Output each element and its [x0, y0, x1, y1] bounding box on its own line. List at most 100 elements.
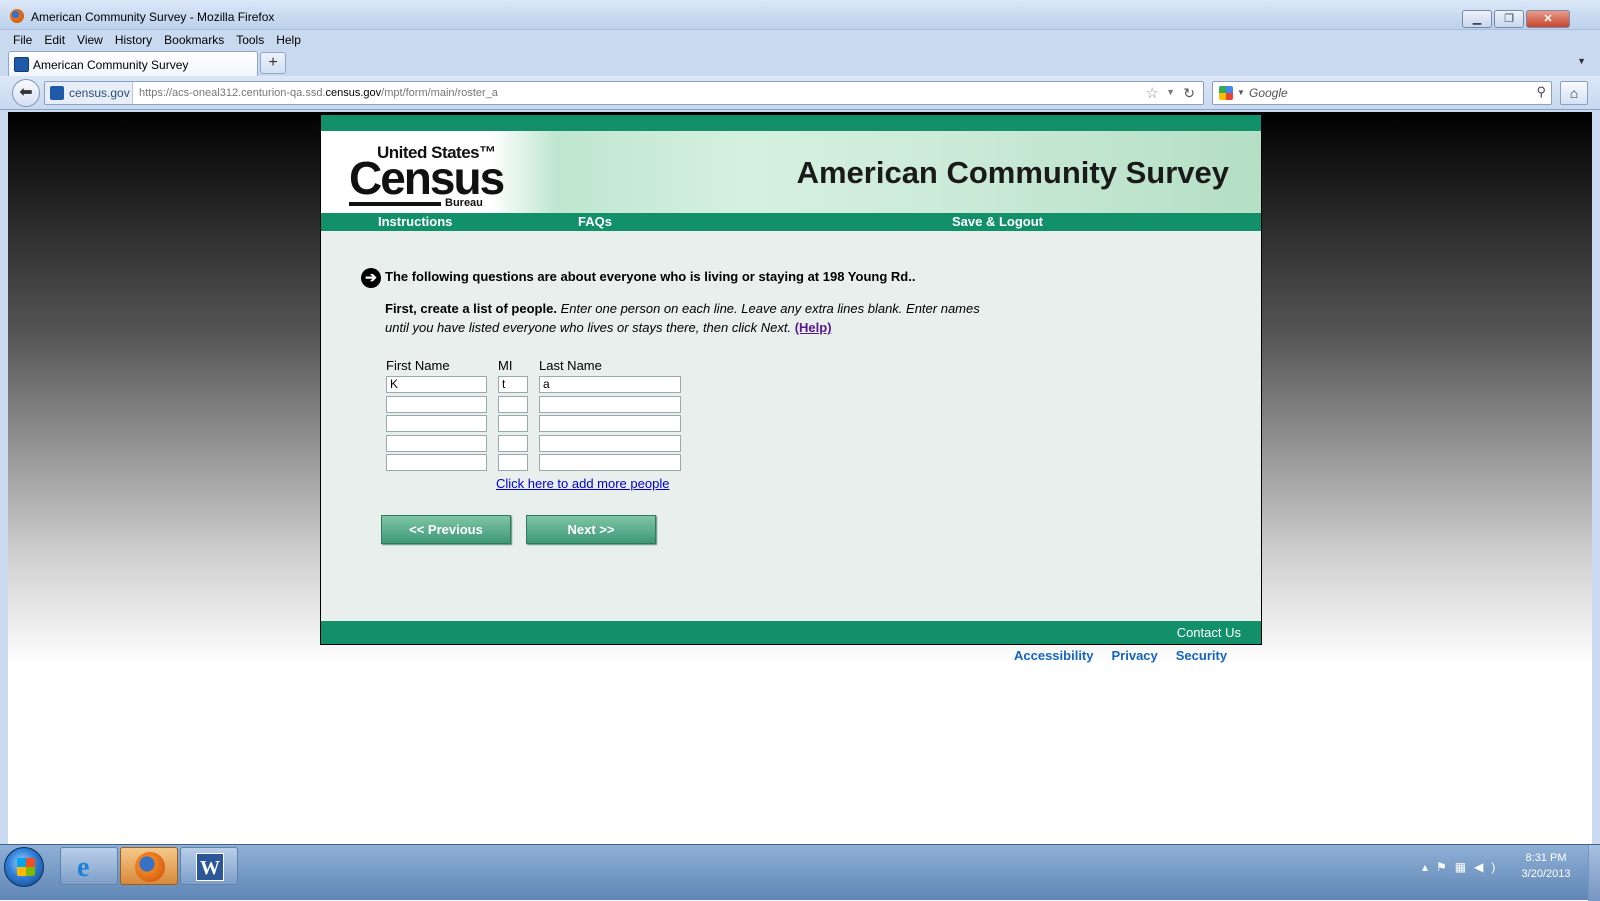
- mi-field-5[interactable]: [498, 454, 528, 471]
- privacy-link[interactable]: Privacy: [1112, 648, 1158, 663]
- contact-us-link[interactable]: Contact Us: [1177, 625, 1241, 640]
- firefox-icon: [135, 852, 165, 882]
- url-history-dropdown-icon[interactable]: ▼: [1166, 87, 1175, 97]
- menu-file[interactable]: File: [13, 33, 32, 47]
- next-button[interactable]: Next >>: [526, 515, 656, 544]
- menu-tools[interactable]: Tools: [236, 33, 264, 47]
- url-bar[interactable]: census.gov https://acs-oneal312.centurio…: [44, 81, 1204, 105]
- last-name-field-5[interactable]: [539, 454, 681, 471]
- last-name-field-3[interactable]: [539, 415, 681, 432]
- firefox-window: American Community Survey - Mozilla Fire…: [0, 0, 1600, 901]
- first-name-field-4[interactable]: [386, 435, 487, 452]
- previous-button[interactable]: << Previous: [381, 515, 511, 544]
- logo-bureau: Bureau: [445, 197, 483, 209]
- menu-help[interactable]: Help: [276, 33, 301, 47]
- firefox-logo-icon: [10, 9, 24, 23]
- mi-field-4[interactable]: [498, 435, 528, 452]
- menu-edit[interactable]: Edit: [44, 33, 65, 47]
- window-controls: ▁ ❐ ✕: [1460, 10, 1570, 28]
- mi-field-3[interactable]: [498, 415, 528, 432]
- logo-underline: [349, 202, 441, 206]
- clock[interactable]: 8:31 PM 3/20/2013: [1506, 850, 1586, 882]
- url-text[interactable]: https://acs-oneal312.centurion-qa.ssd.ce…: [139, 87, 498, 99]
- nav-instructions[interactable]: Instructions: [378, 214, 452, 229]
- home-button[interactable]: ⌂: [1560, 81, 1588, 105]
- tab-list-icon[interactable]: ▼: [1577, 56, 1586, 66]
- site-nav: Instructions FAQs Save & Logout: [321, 213, 1261, 231]
- show-hidden-icons-icon: ▴: [1422, 860, 1437, 874]
- search-bar[interactable]: ▼ Google ⚲: [1212, 81, 1552, 105]
- system-tray: ▴⚑▦◀) 8:31 PM 3/20/2013: [1412, 845, 1600, 901]
- google-engine-icon[interactable]: [1219, 86, 1233, 100]
- add-more-people-link[interactable]: Click here to add more people: [496, 476, 669, 491]
- taskbar-firefox[interactable]: [120, 847, 178, 885]
- taskbar-internet-explorer[interactable]: e: [60, 847, 118, 885]
- maximize-button[interactable]: ❐: [1494, 10, 1524, 28]
- last-name-field-4[interactable]: [539, 435, 681, 452]
- site-favicon-icon: [50, 86, 64, 100]
- page-title: American Community Survey: [796, 155, 1229, 190]
- action-center-flag-icon: ⚑: [1436, 860, 1455, 874]
- first-name-field-2[interactable]: [386, 396, 487, 413]
- mi-field-1[interactable]: t: [498, 376, 528, 393]
- minimize-button[interactable]: ▁: [1462, 10, 1492, 28]
- header-banner: United States™ Census Bureau American Co…: [321, 131, 1261, 213]
- show-desktop-button[interactable]: [1588, 845, 1600, 901]
- windows-logo-icon: [17, 858, 35, 876]
- windows-taskbar: e W ▴⚑▦◀) 8:31 PM 3/20/2013: [0, 844, 1600, 901]
- tray-icons[interactable]: ▴⚑▦◀): [1422, 860, 1503, 874]
- main-content: ➔ The following questions are about ever…: [321, 231, 1261, 621]
- search-magnifier-icon[interactable]: ⚲: [1536, 84, 1546, 100]
- bookmark-star-icon[interactable]: ☆: [1146, 84, 1159, 102]
- last-name-field-2[interactable]: [539, 396, 681, 413]
- security-link[interactable]: Security: [1176, 648, 1227, 663]
- back-arrow-icon: ⬅: [19, 84, 33, 101]
- start-button[interactable]: [4, 847, 44, 887]
- census-favicon-icon: [14, 57, 29, 72]
- back-button[interactable]: ⬅: [12, 79, 40, 107]
- engine-dropdown-icon[interactable]: ▼: [1237, 88, 1245, 97]
- menu-history[interactable]: History: [115, 33, 152, 47]
- accessibility-link[interactable]: Accessibility: [1014, 648, 1094, 663]
- title-bar: American Community Survey - Mozilla Fire…: [0, 0, 1600, 30]
- clock-date: 3/20/2013: [1521, 868, 1571, 880]
- first-name-field-1[interactable]: K: [386, 376, 487, 393]
- site-identity-button[interactable]: census.gov: [45, 82, 133, 104]
- clock-time: 8:31 PM: [1525, 852, 1567, 864]
- site-identity-label: census.gov: [69, 86, 130, 100]
- tab-label: American Community Survey: [33, 58, 189, 72]
- help-link[interactable]: (Help): [795, 320, 832, 335]
- nav-save-logout[interactable]: Save & Logout: [952, 214, 1043, 229]
- instructions-lead: First, create a list of people.: [385, 301, 557, 316]
- nav-faqs[interactable]: FAQs: [578, 214, 612, 229]
- internet-explorer-icon: e: [77, 852, 90, 883]
- navigation-toolbar: ⬅ census.gov https://acs-oneal312.centur…: [0, 76, 1600, 110]
- menu-bar: File Edit View History Bookmarks Tools H…: [0, 30, 1600, 50]
- network-icon: ▦: [1454, 860, 1475, 874]
- logo-census: Census: [349, 152, 505, 204]
- tab-american-community-survey[interactable]: American Community Survey: [8, 51, 258, 76]
- instructions-text: First, create a list of people. Enter on…: [385, 299, 1005, 337]
- arrow-right-icon: ➔: [361, 268, 381, 288]
- page-footer: Contact Us: [321, 621, 1261, 644]
- top-green-strip: [321, 115, 1261, 131]
- tab-strip: American Community Survey + ▼: [0, 50, 1600, 76]
- mi-header: MI: [498, 358, 513, 373]
- word-icon: W: [196, 853, 224, 881]
- window-title: American Community Survey - Mozilla Fire…: [31, 10, 275, 24]
- menu-bookmarks[interactable]: Bookmarks: [164, 33, 224, 47]
- last-name-field-1[interactable]: a: [539, 376, 681, 393]
- menu-view[interactable]: View: [77, 33, 103, 47]
- first-name-field-3[interactable]: [386, 415, 487, 432]
- reload-icon[interactable]: ↻: [1183, 85, 1195, 102]
- taskbar-word[interactable]: W: [180, 847, 238, 885]
- census-logo: United States™ Census Bureau: [349, 141, 505, 211]
- mi-field-2[interactable]: [498, 396, 528, 413]
- close-button[interactable]: ✕: [1526, 10, 1570, 28]
- last-name-header: Last Name: [539, 358, 602, 373]
- first-name-field-5[interactable]: [386, 454, 487, 471]
- new-tab-button[interactable]: +: [260, 52, 286, 74]
- question-heading: The following questions are about everyo…: [385, 269, 916, 284]
- volume-icon: ◀): [1474, 860, 1504, 874]
- first-name-header: First Name: [386, 358, 450, 373]
